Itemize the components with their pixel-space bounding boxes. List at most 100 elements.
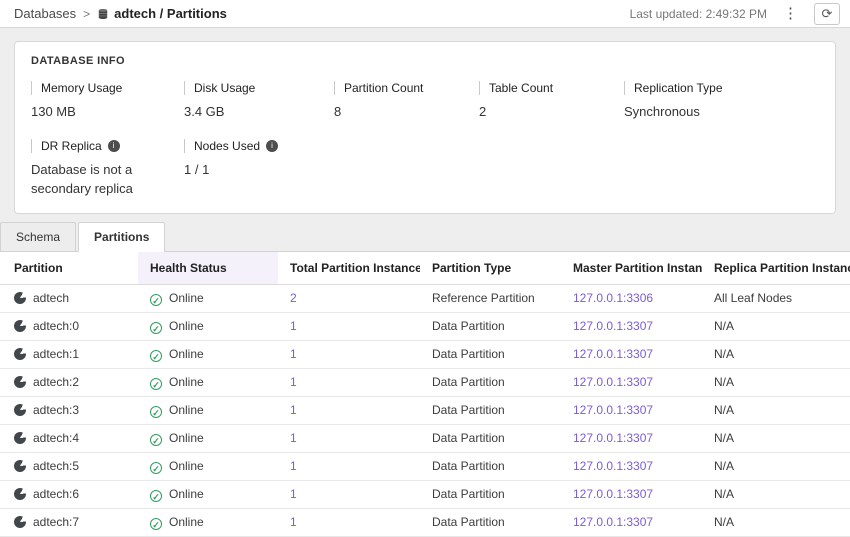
tab-schema[interactable]: Schema (0, 222, 76, 251)
online-check-icon: ✓ (150, 406, 162, 418)
stat-value: 2 (479, 103, 617, 122)
breadcrumb-databases-link[interactable]: Databases (14, 6, 76, 21)
info-icon[interactable]: i (266, 140, 278, 152)
total-instances-link[interactable]: 1 (290, 403, 297, 417)
stat-label: Nodes Used i (184, 139, 334, 153)
table-header-row: Partition Health Status Total Partition … (0, 252, 850, 285)
partition-pie-icon (14, 432, 26, 444)
online-check-icon: ✓ (150, 518, 162, 530)
cell-partition-type: Data Partition (420, 340, 561, 368)
stat-partition-count: Partition Count 8 (334, 81, 479, 122)
total-instances-link[interactable]: 2 (290, 291, 297, 305)
master-instance-link[interactable]: 127.0.0.1:3307 (573, 431, 653, 445)
cell-partition: adtech:1 (0, 340, 138, 368)
stat-value: 8 (334, 103, 472, 122)
cell-health-status: ✓ Online (138, 396, 278, 424)
refresh-icon: ⟳ (822, 7, 833, 20)
table-row: adtech:3 ✓Online 1 Data Partition 127.0.… (0, 396, 850, 424)
total-instances-link[interactable]: 1 (290, 375, 297, 389)
master-instance-link[interactable]: 127.0.0.1:3307 (573, 375, 653, 389)
cell-master-instance: 127.0.0.1:3307 (561, 508, 702, 536)
cell-replica-instance: N/A (702, 340, 850, 368)
cell-health-status: ✓ Online (138, 312, 278, 340)
partition-name: adtech:1 (33, 347, 79, 361)
master-instance-link[interactable]: 127.0.0.1:3307 (573, 515, 653, 529)
breadcrumb-current: adtech / Partitions (97, 6, 227, 21)
health-status-text: Online (169, 403, 204, 417)
stat-value: Database is not a secondary replica (31, 161, 169, 199)
cell-health-status: ✓ Online (138, 452, 278, 480)
total-instances-link[interactable]: 1 (290, 431, 297, 445)
cell-partition-type: Data Partition (420, 312, 561, 340)
stat-value: 1 / 1 (184, 161, 322, 180)
cell-partition-type: Reference Partition (420, 284, 561, 312)
total-instances-link[interactable]: 1 (290, 515, 297, 529)
health-status-text: Online (169, 319, 204, 333)
last-updated-text: Last updated: 2:49:32 PM (630, 7, 767, 21)
master-instance-link[interactable]: 127.0.0.1:3307 (573, 319, 653, 333)
kebab-menu-button[interactable]: ⋮ (780, 6, 801, 21)
column-header-health-status[interactable]: Health Status (138, 252, 278, 285)
cell-partition-type: Data Partition (420, 424, 561, 452)
tab-bar: Schema Partitions (0, 222, 850, 251)
online-check-icon: ✓ (150, 490, 162, 502)
cell-partition-type: Data Partition (420, 452, 561, 480)
column-header-master-instance[interactable]: Master Partition Instance ... (561, 252, 702, 285)
online-check-icon: ✓ (150, 462, 162, 474)
cell-master-instance: 127.0.0.1:3307 (561, 424, 702, 452)
tab-partitions[interactable]: Partitions (78, 222, 165, 252)
cell-total-instances: 1 (278, 396, 420, 424)
cell-health-status: ✓Online (138, 424, 278, 452)
partition-name: adtech:6 (33, 487, 79, 501)
total-instances-link[interactable]: 1 (290, 319, 297, 333)
partition-name: adtech:5 (33, 459, 79, 473)
stat-label: Disk Usage (184, 81, 334, 95)
partitions-table: Partition Health Status Total Partition … (0, 252, 850, 537)
refresh-button[interactable]: ⟳ (814, 3, 840, 25)
cell-replica-instance: N/A (702, 424, 850, 452)
database-info-card: DATABASE INFO Memory Usage 130 MB Disk U… (14, 41, 836, 214)
health-status-text: Online (169, 459, 204, 473)
master-instance-link[interactable]: 127.0.0.1:3307 (573, 347, 653, 361)
cell-partition-type: Data Partition (420, 368, 561, 396)
cell-total-instances: 1 (278, 368, 420, 396)
cell-total-instances: 2 (278, 284, 420, 312)
breadcrumb: Databases > adtech / Partitions (14, 6, 227, 21)
cell-partition-type: Data Partition (420, 480, 561, 508)
table-row: adtech:0 ✓ Online 1 Data Partition 127.0.… (0, 312, 850, 340)
column-header-total-instances[interactable]: Total Partition Instances (278, 252, 420, 285)
online-check-icon: ✓ (150, 322, 162, 334)
partition-name: adtech:2 (33, 375, 79, 389)
stats-grid: Memory Usage 130 MB Disk Usage 3.4 GB Pa… (31, 81, 819, 199)
column-header-replica-instance[interactable]: Replica Partition Instance ... (702, 252, 850, 285)
cell-health-status: ✓Online (138, 284, 278, 312)
column-header-partition-type[interactable]: Partition Type (420, 252, 561, 285)
cell-partition-type: Data Partition (420, 396, 561, 424)
table-row: adtech:6 ✓Online 1 Data Partition 127.0.… (0, 480, 850, 508)
total-instances-link[interactable]: 1 (290, 459, 297, 473)
database-info-title: DATABASE INFO (31, 55, 819, 67)
cell-total-instances: 1 (278, 340, 420, 368)
partition-pie-icon (14, 516, 26, 528)
total-instances-link[interactable]: 1 (290, 347, 297, 361)
partition-name: adtech:0 (33, 319, 79, 333)
info-icon[interactable]: i (108, 140, 120, 152)
master-instance-link[interactable]: 127.0.0.1:3307 (573, 403, 653, 417)
cell-health-status: ✓Online (138, 508, 278, 536)
master-instance-link[interactable]: 127.0.0.1:3307 (573, 459, 653, 473)
master-instance-link[interactable]: 127.0.0.1:3307 (573, 487, 653, 501)
cell-replica-instance: N/A (702, 452, 850, 480)
table-row: adtech:1 ✓Online 1 Data Partition 127.0.… (0, 340, 850, 368)
health-status-text: Online (169, 347, 204, 361)
cell-master-instance: 127.0.0.1:3307 (561, 452, 702, 480)
stat-label: Partition Count (334, 81, 479, 95)
table-row: adtech:2 ✓Online 1 Data Partition 127.0.… (0, 368, 850, 396)
stat-nodes-used: Nodes Used i 1 / 1 (184, 139, 334, 199)
column-header-partition[interactable]: Partition (0, 252, 138, 285)
total-instances-link[interactable]: 1 (290, 487, 297, 501)
master-instance-link[interactable]: 127.0.0.1:3306 (573, 291, 653, 305)
health-status-text: Online (169, 291, 204, 305)
table-row: adtech:7 ✓Online 1 Data Partition 127.0.… (0, 508, 850, 536)
stat-label: Table Count (479, 81, 624, 95)
cell-partition: adtech:6 (0, 480, 138, 508)
